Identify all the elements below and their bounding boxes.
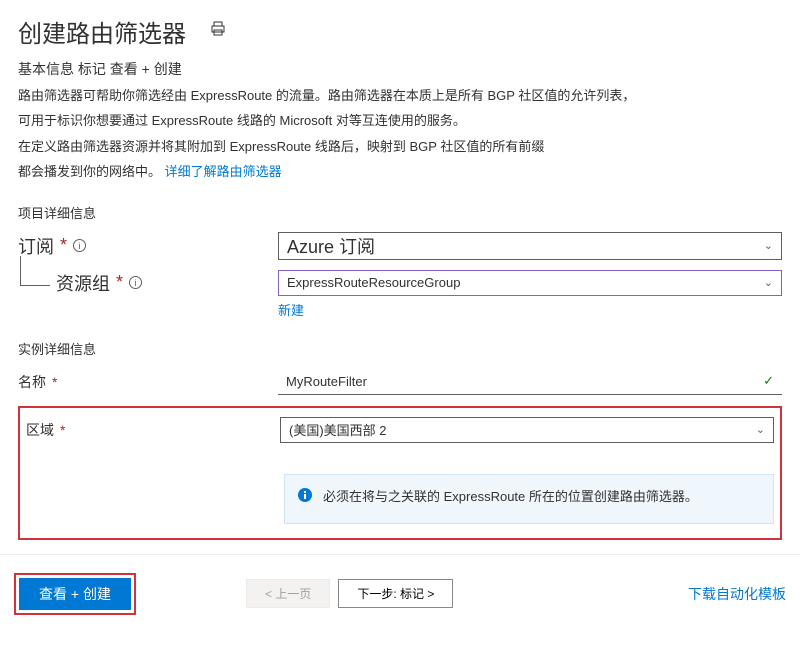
highlight-review-box: 查看 + 创建 bbox=[14, 573, 136, 615]
info-icon[interactable]: i bbox=[73, 239, 86, 252]
instance-details-heading: 实例详细信息 bbox=[18, 339, 782, 358]
region-dropdown[interactable]: (美国)美国西部 2 ⌄ bbox=[280, 417, 774, 443]
chevron-down-icon: ⌄ bbox=[764, 239, 773, 252]
new-resource-group-link[interactable]: 新建 bbox=[278, 300, 782, 319]
description-line-3: 在定义路由筛选器资源并将其附加到 ExpressRoute 线路后，映射到 BG… bbox=[18, 136, 782, 157]
print-icon bbox=[210, 21, 226, 37]
info-callout: 必须在将与之关联的 ExpressRoute 所在的位置创建路由筛选器。 bbox=[284, 474, 774, 524]
next-button[interactable]: 下一步: 标记 > bbox=[338, 579, 453, 608]
check-icon: ✓ bbox=[763, 373, 774, 389]
name-label: 名称 * bbox=[18, 372, 278, 392]
subscription-dropdown[interactable]: Azure 订阅 ⌄ bbox=[278, 232, 782, 260]
region-label: 区域 * bbox=[26, 420, 280, 440]
info-filled-icon bbox=[297, 487, 313, 511]
tab-bar[interactable]: 基本信息 标记 查看 + 创建 bbox=[0, 57, 800, 85]
tree-connector bbox=[20, 256, 50, 286]
name-input[interactable]: MyRouteFilter ✓ bbox=[278, 369, 782, 395]
description-line-4: 都会播发到你的网络中。 详细了解路由筛选器 bbox=[18, 161, 782, 182]
resource-group-label: 资源组 * i bbox=[56, 270, 142, 296]
chevron-down-icon: ⌄ bbox=[764, 276, 773, 289]
subscription-label: 订阅 * i bbox=[18, 233, 278, 259]
info-icon[interactable]: i bbox=[129, 276, 142, 289]
review-create-button[interactable]: 查看 + 创建 bbox=[19, 578, 131, 610]
footer-bar: 查看 + 创建 < 上一页 下一步: 标记 > 下载自动化模板 bbox=[0, 554, 800, 627]
previous-button: < 上一页 bbox=[246, 579, 330, 608]
resource-group-dropdown[interactable]: ExpressRouteResourceGroup ⌄ bbox=[278, 270, 782, 296]
project-details-heading: 项目详细信息 bbox=[18, 203, 782, 222]
download-template-link[interactable]: 下载自动化模板 bbox=[688, 584, 786, 604]
chevron-down-icon: ⌄ bbox=[756, 423, 765, 436]
learn-more-link[interactable]: 详细了解路由筛选器 bbox=[165, 164, 282, 179]
print-button[interactable] bbox=[206, 17, 230, 46]
description-line-1: 路由筛选器可帮助你筛选经由 ExpressRoute 的流量。路由筛选器在本质上… bbox=[18, 85, 782, 106]
description-line-2: 可用于标识你想要通过 ExpressRoute 线路的 Microsoft 对等… bbox=[18, 110, 782, 131]
highlight-region-box: 区域 * (美国)美国西部 2 ⌄ 必须在 bbox=[18, 406, 782, 540]
page-title: 创建路由筛选器 bbox=[18, 14, 186, 49]
